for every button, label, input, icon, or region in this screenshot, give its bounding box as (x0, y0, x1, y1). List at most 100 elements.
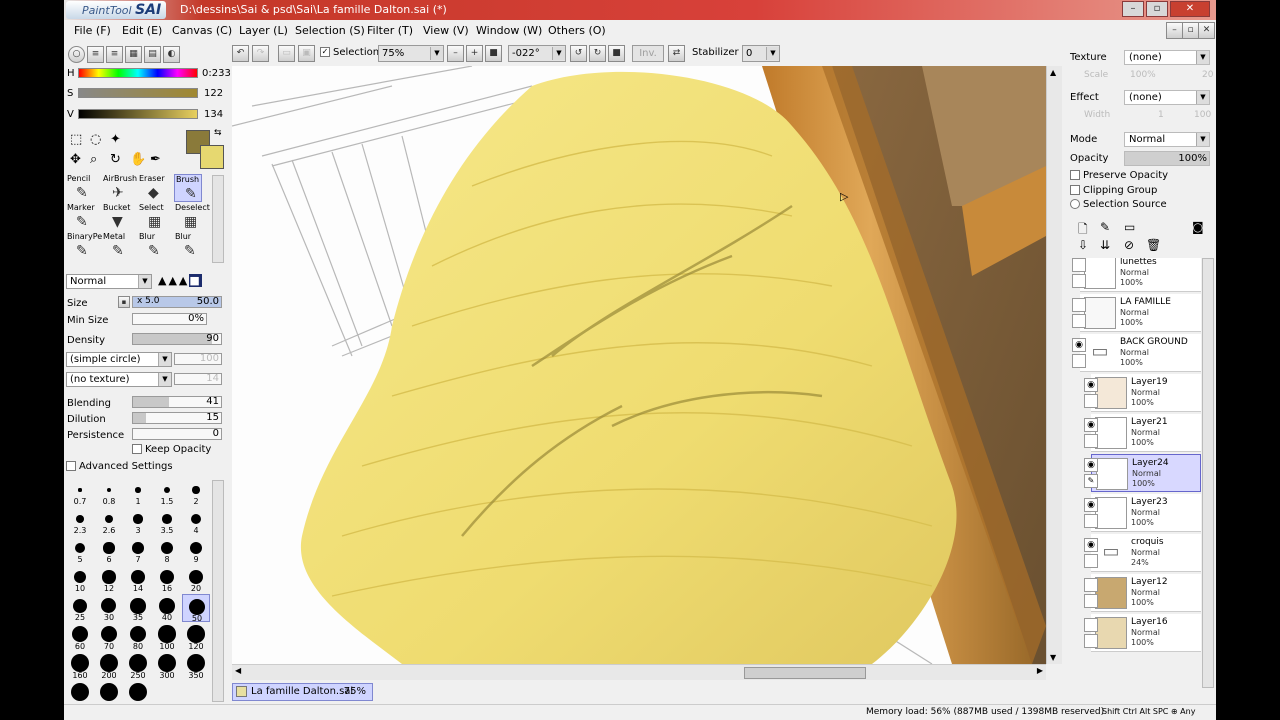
zoom-select[interactable]: 75% ▼ (378, 45, 444, 62)
redo-icon[interactable]: ↷ (252, 45, 269, 62)
brush-size-cell[interactable]: 2.3 (66, 507, 94, 535)
undo-icon[interactable]: ↶ (232, 45, 249, 62)
menu-layer[interactable]: Layer (L) (239, 24, 288, 37)
brush-size-cell[interactable]: 8 (153, 536, 181, 564)
brush-size-cell[interactable]: 0.7 (66, 478, 94, 506)
lasso-icon[interactable]: ◌ (90, 132, 101, 147)
rotate-icon[interactable]: ↻ (110, 152, 121, 167)
layer-row[interactable]: Layer12 Normal 100% (1091, 574, 1201, 612)
canvas-horizontal-scrollbar[interactable]: ◀ ▶ (232, 664, 1046, 680)
size-grid-scrollbar[interactable] (212, 480, 224, 702)
close-button[interactable]: ✕ (1170, 1, 1210, 17)
tool-blur-10[interactable]: Blur ✎ (138, 232, 166, 260)
panel-minimize-icon[interactable]: – (1166, 22, 1183, 39)
brush-size-cell[interactable]: 5 (66, 536, 94, 564)
keep-opacity-checkbox[interactable]: Keep Opacity (132, 444, 211, 455)
clipping-group-checkbox[interactable]: Clipping Group (1070, 185, 1157, 196)
tool-marker-4[interactable]: Marker ✎ (66, 203, 95, 231)
blending-slider[interactable]: 41 (132, 396, 222, 408)
color-wheel-icon[interactable]: ○ (68, 46, 85, 63)
maximize-button[interactable]: ▫ (1146, 1, 1168, 17)
layer-visibility-icon[interactable] (1072, 258, 1086, 272)
document-tab[interactable]: La famille Dalton.sai 75% (232, 683, 373, 701)
rotate-left-icon[interactable]: ↺ (570, 45, 587, 62)
canvas-vertical-scrollbar[interactable]: ▲ ▼ (1046, 66, 1062, 664)
layer-visibility-icon[interactable]: ◉ (1084, 378, 1098, 392)
brush-size-cell[interactable]: 1.5 (153, 478, 181, 506)
layer-lock-icon[interactable] (1072, 354, 1086, 368)
brush-size-cell[interactable]: 60 (66, 623, 94, 651)
saturation-slider[interactable] (78, 88, 198, 98)
rotate-reset-icon[interactable]: ■ (608, 45, 625, 62)
layer-row[interactable]: ▭ croquis Normal 24% (1091, 534, 1201, 572)
tool-grid-scrollbar[interactable] (212, 175, 224, 263)
brush-size-cell[interactable]: 35 (124, 594, 152, 622)
layer-lock-icon[interactable] (1084, 514, 1098, 528)
brush-size-cell[interactable]: 300 (153, 652, 181, 680)
brush-size-cell[interactable]: 250 (124, 652, 152, 680)
texture-select[interactable]: (no texture) ▼ (66, 372, 172, 387)
menu-selection[interactable]: Selection (S) (295, 24, 365, 37)
layer-row[interactable]: ▭ BACK GROUND Normal 100% (1080, 334, 1201, 372)
brush-size-cell[interactable]: 40 (153, 594, 181, 622)
merge-down-icon[interactable]: ⇊ (1100, 238, 1110, 252)
layer-mode-select[interactable]: Normal ▼ (1124, 132, 1210, 147)
tool-deselect-7[interactable]: Deselect ▦ (174, 203, 210, 231)
rotate-right-icon[interactable]: ↻ (589, 45, 606, 62)
brush-size-cell[interactable]: 6 (95, 536, 123, 564)
opacity-slider[interactable]: 100% (1124, 151, 1210, 166)
menu-filter[interactable]: Filter (T) (367, 24, 413, 37)
shape-strength[interactable]: 100 (174, 353, 222, 365)
tool-metal-9[interactable]: Metal ✎ (102, 232, 130, 260)
layer-row[interactable]: Layer21 Normal 100% (1091, 414, 1201, 452)
brush-size-cell[interactable]: 160 (66, 652, 94, 680)
layer-visibility-icon[interactable]: ◉ (1084, 498, 1098, 512)
persistence-slider[interactable]: 0 (132, 428, 222, 440)
layer-visibility-icon[interactable]: ◉ (1084, 458, 1098, 472)
zoom-reset-icon[interactable]: ■ (485, 45, 502, 62)
brush-size-cell[interactable]: 0.8 (95, 478, 123, 506)
brush-size-cell[interactable]: 25 (66, 594, 94, 622)
brush-size-cell[interactable]: 30 (95, 594, 123, 622)
menu-others[interactable]: Others (O) (548, 24, 606, 37)
layer-lock-icon[interactable] (1084, 594, 1098, 608)
brush-size-cell[interactable]: 10 (66, 565, 94, 593)
tool-eraser-2[interactable]: Eraser ◆ (138, 174, 166, 202)
brush-size-cell[interactable]: 100 (153, 623, 181, 651)
menu-edit[interactable]: Edit (E) (122, 24, 162, 37)
tool-blur-11[interactable]: Blur ✎ (174, 232, 202, 260)
brush-size-cell[interactable]: 20 (182, 565, 210, 593)
layer-visibility-icon[interactable] (1084, 578, 1098, 592)
layer-row[interactable]: lunettes Normal 100% (1080, 258, 1201, 292)
tool-pencil-0[interactable]: Pencil ✎ (66, 174, 94, 202)
brush-size-cell[interactable]: 50 (182, 594, 210, 623)
hsv-slider-icon[interactable]: ≡ (106, 46, 123, 63)
selection-toggle[interactable]: ✓ Selection (320, 47, 379, 58)
layer-lock-icon[interactable] (1084, 434, 1098, 448)
brush-size-cell[interactable]: 16 (153, 565, 181, 593)
brush-size-cell[interactable]: 3 (124, 507, 152, 535)
zoom-out-icon[interactable]: – (447, 45, 464, 62)
tool-select-6[interactable]: Select ▦ (138, 203, 166, 231)
brush-size-cell[interactable]: 4 (182, 507, 210, 535)
rect-select-icon[interactable]: ⬚ (70, 132, 82, 147)
layer-row[interactable]: Layer16 Normal 100% (1091, 614, 1201, 652)
menu-view[interactable]: View (V) (423, 24, 469, 37)
blend-mode-select[interactable]: Normal ▼ (66, 274, 152, 289)
shape-select[interactable]: (simple circle) ▼ (66, 352, 172, 367)
flip-icon[interactable]: ⇄ (668, 45, 685, 62)
zoom-in-icon[interactable]: + (466, 45, 483, 62)
horizontal-scroll-thumb[interactable] (744, 667, 866, 679)
layer-lock-icon[interactable] (1072, 314, 1086, 328)
swatch-icon[interactable]: ▦ (125, 46, 142, 63)
brush-size-cell[interactable]: 350 (182, 652, 210, 680)
minsize-slider[interactable]: 0% (132, 313, 207, 325)
size-multiplier-icon[interactable]: ▪ (118, 296, 130, 308)
move-icon[interactable]: ✥ (70, 152, 81, 167)
deselect-icon[interactable]: ▭ (278, 45, 295, 62)
hand-icon[interactable]: ✋ (130, 152, 146, 167)
swap-colors-icon[interactable]: ⇆ (214, 128, 222, 138)
rgb-slider-icon[interactable]: ≡ (87, 46, 104, 63)
zoom-icon[interactable]: ⌕ (90, 152, 97, 167)
hue-slider[interactable] (78, 68, 198, 78)
